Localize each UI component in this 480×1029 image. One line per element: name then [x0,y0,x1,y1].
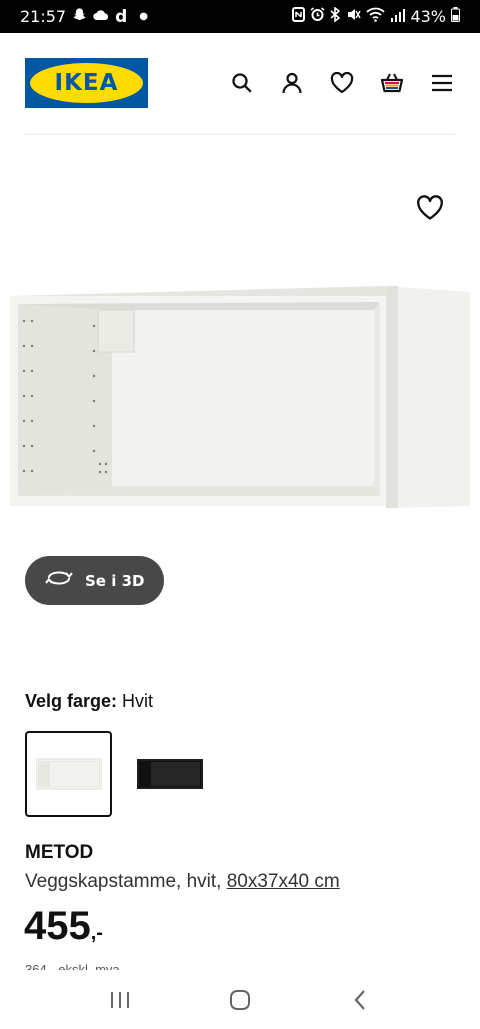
cloud-icon [93,9,109,25]
header-divider [25,133,455,135]
status-right: 43% [292,6,460,26]
search-icon[interactable] [229,70,255,96]
color-selector-label: Velg farge: Hvit [25,691,153,712]
status-time: 21:57 [20,7,67,26]
ikea-logo[interactable]: IKEA [25,58,148,108]
favorite-heart-icon[interactable] [416,195,444,223]
swatch-white[interactable] [25,731,112,817]
product-name: METOD [25,842,94,863]
dot-icon: ● [139,11,149,22]
d-app-icon: d [115,6,128,27]
wifi-icon [366,7,386,26]
header-actions [229,70,455,96]
alarm-icon [310,7,325,26]
product-description: Veggskapstamme, hvit, 80x37x40 cm [25,871,340,893]
battery-icon [451,7,460,26]
system-nav-bar [0,970,480,1029]
heart-icon[interactable] [329,70,355,96]
price-excl-vat: 364,- ekskl. mva [25,962,120,970]
nfc-icon [292,7,306,26]
product-desc-text: Veggskapstamme, hvit, [25,871,222,892]
status-bar: 21:57 d ● 43% [0,0,480,33]
recent-apps-icon[interactable] [100,980,140,1020]
product-image-cabinet [10,286,470,513]
product-price: 455 ,- [24,906,103,946]
price-suffix: ,- [90,922,103,944]
mute-icon [346,7,362,26]
rotate-3d-icon [45,569,73,592]
view-3d-button[interactable]: Se i 3D [25,556,164,605]
signal-icon [390,8,406,26]
logo-text: IKEA [54,70,119,96]
basket-icon[interactable] [379,70,405,96]
color-value: Hvit [122,691,154,711]
view-3d-label: Se i 3D [85,571,145,590]
bluetooth-icon [330,6,341,26]
menu-icon[interactable] [429,70,455,96]
product-size-link[interactable]: 80x37x40 cm [227,871,340,892]
color-swatches [25,731,213,817]
color-label: Velg farge: [25,691,118,711]
swatch-black[interactable] [126,731,213,817]
user-icon[interactable] [279,70,305,96]
back-icon[interactable] [340,980,380,1020]
snapchat-icon [72,7,87,26]
site-header: IKEA [0,33,480,133]
price-integer: 455 [24,904,91,948]
battery-percent: 43% [410,7,446,26]
product-image-area[interactable] [0,140,480,620]
home-icon[interactable] [220,980,260,1020]
status-left: 21:57 d ● [20,7,148,27]
